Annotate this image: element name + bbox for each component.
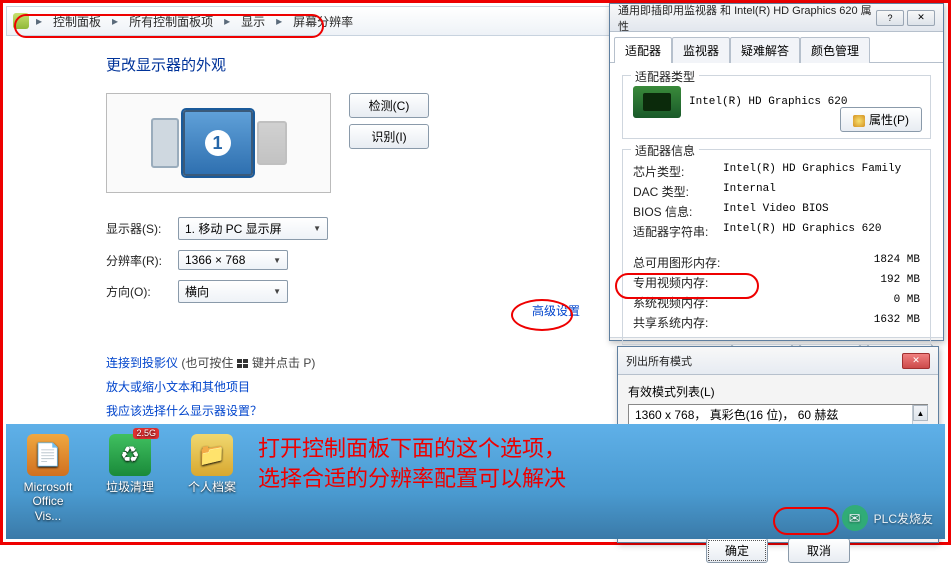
chip-type-value: Intel(R) HD Graphics Family bbox=[723, 163, 901, 180]
annotation-circle bbox=[615, 273, 759, 299]
detect-button[interactable]: 检测(C) bbox=[349, 93, 429, 118]
annotation-circle bbox=[14, 14, 324, 38]
resolution-label: 分辨率(R): bbox=[106, 252, 178, 269]
resolution-select[interactable]: 1366 × 768 bbox=[178, 250, 288, 270]
dac-type-value: Internal bbox=[723, 183, 776, 200]
total-mem-label: 总可用图形内存: bbox=[633, 254, 874, 271]
annotation-circle bbox=[511, 299, 573, 331]
display-select[interactable]: 1. 移动 PC 显示屏 bbox=[178, 217, 328, 240]
close-button[interactable]: ✕ bbox=[907, 10, 935, 26]
resolution-value: 1366 × 768 bbox=[185, 253, 245, 267]
bios-value: Intel Video BIOS bbox=[723, 203, 829, 220]
orientation-value: 横向 bbox=[185, 283, 209, 300]
text-size-link[interactable]: 放大或缩小文本和其他项目 bbox=[106, 380, 250, 394]
page-title: 更改显示器的外观 bbox=[106, 54, 620, 75]
projector-hint: (也可按住 键并点击 P) bbox=[181, 356, 315, 370]
which-display-link[interactable]: 我应该选择什么显示器设置？ bbox=[106, 404, 262, 418]
desktop-icon-trash-clean[interactable]: ♻2.5G 垃圾清理 bbox=[100, 434, 160, 523]
window-title: 通用即插即用监视器 和 Intel(R) HD Graphics 620 属性 bbox=[618, 2, 876, 34]
monitor-selected-thumb[interactable]: 1 bbox=[183, 110, 253, 176]
bios-label: BIOS 信息: bbox=[633, 203, 723, 220]
adapter-string-value: Intel(R) HD Graphics 620 bbox=[723, 223, 881, 240]
watermark-label: PLC发烧友 bbox=[874, 510, 933, 527]
cleaner-icon: ♻2.5G bbox=[109, 434, 151, 476]
control-panel-window: ▸ 控制面板 ▸ 所有控制面板项 ▸ 显示 ▸ 屏幕分辨率 更改显示器的外观 1… bbox=[6, 6, 620, 424]
icon-label: Microsoft bbox=[18, 480, 78, 494]
ded-vid-value: 192 MB bbox=[880, 274, 920, 291]
scroll-up-button[interactable]: ▲ bbox=[913, 405, 928, 421]
annotation-text: 打开控制面板下面的这个选项， 选择合适的分辨率配置可以解决 bbox=[258, 434, 566, 493]
modes-list-label: 有效模式列表(L) bbox=[628, 383, 928, 400]
gpu-chip-icon bbox=[633, 86, 681, 118]
display-value: 1. 移动 PC 显示屏 bbox=[185, 220, 282, 237]
shield-icon bbox=[853, 115, 865, 127]
watermark: ✉ PLC发烧友 bbox=[842, 505, 933, 531]
icon-label: 个人档案 bbox=[182, 480, 242, 494]
monitor-1-thumb[interactable] bbox=[151, 118, 179, 168]
titlebar[interactable]: 列出所有模式 ✕ bbox=[618, 347, 938, 375]
shared-mem-label: 共享系统内存: bbox=[633, 314, 874, 331]
monitor-preview[interactable]: 1 bbox=[106, 93, 331, 193]
tab-color[interactable]: 颜色管理 bbox=[800, 37, 870, 63]
projector-link[interactable]: 连接到投影仪 bbox=[106, 356, 178, 370]
mode-item[interactable]: 1360 x 768， 真彩色(16 位)， 60 赫兹 bbox=[629, 405, 928, 424]
group-title: 适配器类型 bbox=[631, 68, 699, 85]
ok-button[interactable]: 确定 bbox=[706, 538, 768, 563]
orientation-label: 方向(O): bbox=[106, 283, 178, 300]
monitor-2-thumb[interactable] bbox=[257, 121, 287, 165]
annotation-circle bbox=[773, 507, 839, 535]
group-title: 适配器信息 bbox=[631, 142, 699, 159]
identify-button[interactable]: 识别(I) bbox=[349, 124, 429, 149]
tab-adapter[interactable]: 适配器 bbox=[614, 37, 672, 63]
desktop-icon-office[interactable]: 📄 Microsoft Office Vis... bbox=[18, 434, 78, 523]
wechat-icon: ✉ bbox=[842, 505, 868, 531]
tab-troubleshoot[interactable]: 疑难解答 bbox=[730, 37, 800, 63]
orientation-select[interactable]: 横向 bbox=[178, 280, 288, 303]
adapter-type-group: 适配器类型 Intel(R) HD Graphics 620 属性(P) bbox=[622, 75, 931, 139]
total-mem-value: 1824 MB bbox=[874, 254, 920, 271]
adapter-name: Intel(R) HD Graphics 620 bbox=[689, 96, 847, 108]
monitor-number: 1 bbox=[205, 130, 231, 156]
office-icon: 📄 bbox=[27, 434, 69, 476]
adapter-string-label: 适配器字符串: bbox=[633, 223, 723, 240]
adapter-info-group: 适配器信息 芯片类型:Intel(R) HD Graphics Family D… bbox=[622, 149, 931, 345]
help-button[interactable]: ? bbox=[876, 10, 904, 26]
close-button[interactable]: ✕ bbox=[902, 353, 930, 369]
dac-type-label: DAC 类型: bbox=[633, 183, 723, 200]
titlebar[interactable]: 通用即插即用监视器 和 Intel(R) HD Graphics 620 属性 … bbox=[610, 4, 943, 32]
display-label: 显示器(S): bbox=[106, 220, 178, 237]
adapter-properties-button[interactable]: 属性(P) bbox=[840, 107, 922, 132]
shared-mem-value: 1632 MB bbox=[874, 314, 920, 331]
windows-key-icon bbox=[237, 359, 249, 369]
sys-vid-value: 0 MB bbox=[894, 294, 920, 311]
window-title: 列出所有模式 bbox=[626, 353, 692, 369]
cancel-button[interactable]: 取消 bbox=[788, 538, 850, 563]
folder-icon: 📁 bbox=[191, 434, 233, 476]
chip-type-label: 芯片类型: bbox=[633, 163, 723, 180]
tab-monitor[interactable]: 监视器 bbox=[672, 37, 730, 63]
desktop-icon-profile[interactable]: 📁 个人档案 bbox=[182, 434, 242, 523]
tabs: 适配器 监视器 疑难解答 颜色管理 bbox=[610, 32, 943, 63]
icon-label: 垃圾清理 bbox=[100, 480, 160, 494]
icon-label: Office Vis... bbox=[18, 494, 78, 523]
